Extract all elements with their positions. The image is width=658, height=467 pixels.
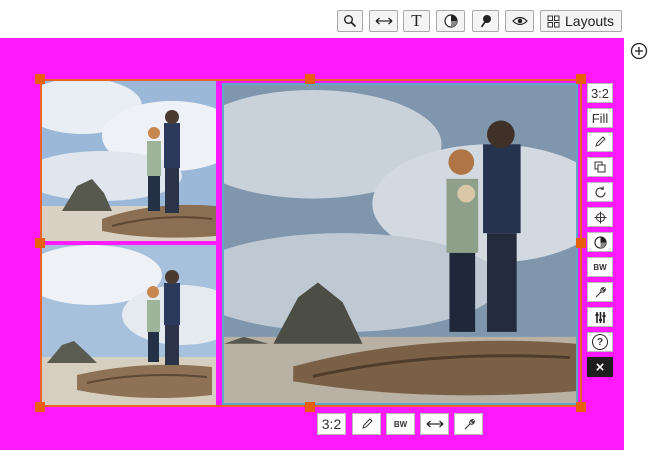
ratio-button[interactable]: 3:2 xyxy=(587,83,613,103)
pin-icon xyxy=(480,15,491,28)
search-icon xyxy=(344,15,357,28)
resize-handle[interactable] xyxy=(576,402,586,412)
adjust-button[interactable] xyxy=(587,282,613,302)
close-icon: × xyxy=(595,358,605,376)
crosshair-icon xyxy=(594,211,606,223)
filters-button[interactable] xyxy=(587,307,613,327)
help-icon: ? xyxy=(592,334,608,350)
rotate-icon xyxy=(594,185,606,197)
rotate-button[interactable] xyxy=(587,182,613,202)
pin-button[interactable] xyxy=(472,10,499,32)
photo-cell-top-left[interactable] xyxy=(42,81,216,241)
grid-icon xyxy=(547,15,560,27)
layouts-button[interactable]: Layouts xyxy=(540,10,622,32)
color-button[interactable] xyxy=(436,10,465,32)
stretch-button[interactable] xyxy=(420,413,449,435)
resize-handle[interactable] xyxy=(35,402,45,412)
color-button[interactable] xyxy=(587,232,613,252)
eye-icon xyxy=(511,16,528,26)
center-button[interactable] xyxy=(587,207,613,227)
close-button[interactable]: × xyxy=(587,357,613,377)
resize-handle[interactable] xyxy=(576,74,586,84)
color-wheel-icon xyxy=(593,235,607,249)
resize-handle[interactable] xyxy=(305,74,315,84)
fill-button[interactable]: Fill xyxy=(587,108,613,128)
wrench-icon xyxy=(464,418,475,430)
color-wheel-icon xyxy=(443,14,458,28)
wrench-icon xyxy=(595,286,606,298)
couple-beach-photo xyxy=(224,85,576,403)
pencil-icon xyxy=(361,418,373,429)
edit-button[interactable] xyxy=(352,413,381,435)
pencil-icon xyxy=(595,136,606,147)
sliders-icon xyxy=(595,311,605,323)
add-circle-icon[interactable] xyxy=(630,42,648,60)
resize-horizontal-icon xyxy=(426,420,443,428)
resize-handle[interactable] xyxy=(35,238,45,248)
photo-cell-bottom-left[interactable] xyxy=(42,245,216,405)
bw-button[interactable]: BW xyxy=(386,413,415,435)
bw-button[interactable]: BW xyxy=(587,257,613,277)
help-button[interactable]: ? xyxy=(587,332,613,352)
resize-handle[interactable] xyxy=(35,74,45,84)
adjust-button[interactable] xyxy=(454,413,483,435)
resize-horizontal-icon xyxy=(375,17,392,25)
stretch-button[interactable] xyxy=(369,10,398,32)
resize-handle[interactable] xyxy=(305,402,315,412)
duplicate-button[interactable] xyxy=(587,157,613,177)
text-icon: T xyxy=(411,11,422,30)
search-button[interactable] xyxy=(337,10,363,32)
photo-cell-right[interactable] xyxy=(222,83,578,405)
resize-handle[interactable] xyxy=(576,238,586,248)
edit-button[interactable] xyxy=(587,132,613,152)
duplicate-icon xyxy=(594,161,606,173)
couple-beach-photo xyxy=(42,245,216,405)
couple-beach-photo xyxy=(42,81,216,241)
ratio-button[interactable]: 3:2 xyxy=(317,413,346,435)
preview-button[interactable] xyxy=(505,10,534,32)
layouts-label: Layouts xyxy=(565,13,615,29)
text-button[interactable]: T xyxy=(403,10,430,32)
